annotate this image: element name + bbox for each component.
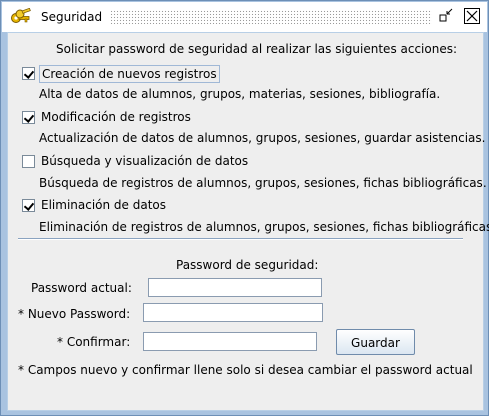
password-section-title: Password de seguridad: xyxy=(176,258,319,272)
new-password-input[interactable] xyxy=(143,303,323,322)
modify-description: Actualización de datos de alumnos, grupo… xyxy=(39,131,486,145)
create-label[interactable]: Creación de nuevos registros xyxy=(39,65,220,83)
search-label[interactable]: Búsqueda y visualización de datos xyxy=(39,153,250,169)
delete-label[interactable]: Eliminación de datos xyxy=(39,197,168,213)
modify-checkbox[interactable] xyxy=(22,111,35,124)
create-checkbox[interactable] xyxy=(22,67,35,80)
password-note: * Campos nuevo y confirmar llene solo si… xyxy=(18,363,473,377)
window-title: Seguridad xyxy=(41,10,103,24)
confirm-password-label: * Confirmar: xyxy=(57,335,131,349)
keys-icon xyxy=(10,7,32,26)
confirm-password-input[interactable] xyxy=(143,332,317,351)
search-checkbox[interactable] xyxy=(22,155,35,168)
close-icon[interactable] xyxy=(464,8,480,24)
modify-label[interactable]: Modificación de registros xyxy=(39,109,193,125)
new-password-label: * Nuevo Password: xyxy=(18,307,131,321)
save-button[interactable]: Guardar xyxy=(336,329,415,355)
title-bar[interactable]: Seguridad xyxy=(2,2,487,32)
current-password-label: Password actual: xyxy=(31,281,132,295)
current-password-input[interactable] xyxy=(148,278,322,297)
security-window: Seguridad Solicitar password de segurida… xyxy=(0,0,489,416)
delete-checkbox[interactable] xyxy=(22,199,35,212)
delete-description: Eliminación de registros de alumnos, gru… xyxy=(39,220,489,234)
search-description: Búsqueda de registros de alumnos, grupos… xyxy=(39,176,487,190)
content-panel: Solicitar password de seguridad al reali… xyxy=(7,32,489,411)
section-divider xyxy=(18,238,463,240)
title-grip xyxy=(110,10,432,24)
instructions-heading: Solicitar password de seguridad al reali… xyxy=(56,42,458,56)
restore-icon[interactable] xyxy=(438,8,454,24)
create-description: Alta de datos de alumnos, grupos, materi… xyxy=(39,87,441,101)
